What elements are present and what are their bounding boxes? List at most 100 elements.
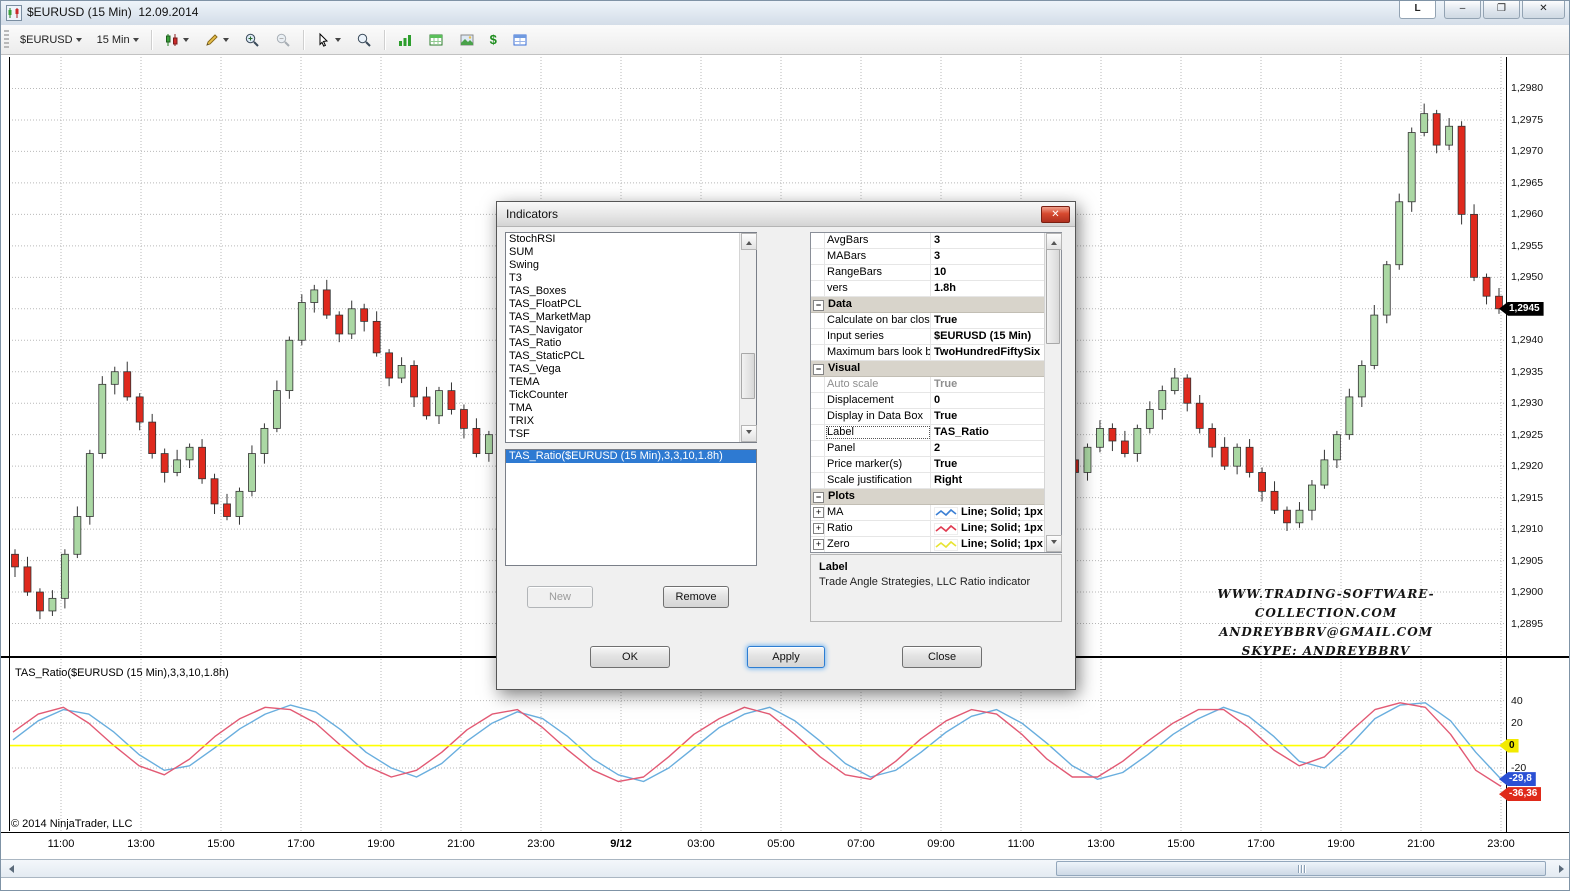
selected-indicators-list[interactable]: TAS_Ratio($EURUSD (15 Min),3,3,10,1.8h)	[505, 449, 757, 566]
property-row[interactable]: +RatioLine; Solid; 1px	[811, 521, 1044, 537]
indicator-list-item[interactable]: TAS_Navigator	[506, 324, 739, 337]
scroll-up-button[interactable]	[1046, 233, 1062, 250]
horizontal-scrollbar[interactable]	[1, 859, 1570, 878]
available-indicators-list[interactable]: StochRSISUMSwingT3TAS_BoxesTAS_FloatPCLT…	[505, 232, 757, 443]
selected-indicator-item[interactable]: TAS_Ratio($EURUSD (15 Min),3,3,10,1.8h)	[506, 450, 756, 463]
zoom-in-button[interactable]	[238, 28, 266, 52]
indicators-button[interactable]	[391, 28, 419, 52]
property-value[interactable]: Line; Solid; 1px	[931, 521, 1044, 536]
indicator-list-item[interactable]: TAS_Ratio	[506, 337, 739, 350]
expand-icon[interactable]: +	[813, 507, 824, 518]
scroll-right-button[interactable]	[1555, 861, 1570, 876]
property-value[interactable]: Right	[931, 473, 1044, 488]
property-value[interactable]: 3	[931, 249, 1044, 264]
list-scrollbar[interactable]	[739, 233, 756, 442]
scrollbar-thumb[interactable]	[741, 353, 755, 399]
maximize-button[interactable]: ❐	[1483, 1, 1520, 19]
instrument-selector[interactable]: $EURUSD	[14, 28, 88, 52]
indicator-list-item[interactable]: T3	[506, 272, 739, 285]
property-section-plots[interactable]: −Plots	[811, 489, 1044, 505]
collapse-icon[interactable]: −	[813, 300, 824, 311]
property-row[interactable]: Auto scaleTrue	[811, 377, 1044, 393]
indicator-list-item[interactable]: TRIX	[506, 415, 739, 428]
drawing-tools-button[interactable]	[198, 28, 235, 52]
property-row[interactable]: Calculate on bar closTrue	[811, 313, 1044, 329]
expand-icon[interactable]: +	[813, 523, 824, 534]
property-row[interactable]: Displacement0	[811, 393, 1044, 409]
link-button[interactable]: L	[1399, 1, 1436, 19]
chart-style-button[interactable]	[158, 28, 195, 52]
collapse-icon[interactable]: −	[813, 492, 824, 503]
property-row[interactable]: Maximum bars look bTwoHundredFiftySix	[811, 345, 1044, 361]
property-value[interactable]: 0	[931, 393, 1044, 408]
property-value[interactable]: Line; Solid; 1px	[931, 537, 1044, 552]
property-row[interactable]: Price marker(s)True	[811, 457, 1044, 473]
indicator-list-item[interactable]: TEMA	[506, 376, 739, 389]
property-row[interactable]: MABars3	[811, 249, 1044, 265]
property-row[interactable]: vers1.8h	[811, 281, 1044, 297]
property-value[interactable]: True	[931, 377, 1044, 392]
indicator-list-item[interactable]: TAS_Vega	[506, 363, 739, 376]
property-section-data[interactable]: −Data	[811, 297, 1044, 313]
property-row[interactable]: Scale justificationRight	[811, 473, 1044, 489]
property-row[interactable]: Panel2	[811, 441, 1044, 457]
property-row[interactable]: +ZeroLine; Solid; 1px	[811, 537, 1044, 552]
scrollbar-thumb[interactable]	[1056, 861, 1546, 876]
indicator-list-item[interactable]: SUM	[506, 246, 739, 259]
minimize-button[interactable]: –	[1444, 1, 1481, 19]
property-value[interactable]: True	[931, 409, 1044, 424]
scroll-left-button[interactable]	[1, 861, 17, 876]
scroll-down-button[interactable]	[1046, 535, 1062, 552]
indicator-list-item[interactable]: TAS_StaticPCL	[506, 350, 739, 363]
scroll-up-button[interactable]	[741, 233, 757, 250]
magnifier-button[interactable]	[350, 28, 378, 52]
cursor-mode-button[interactable]	[310, 28, 347, 52]
expand-icon[interactable]: +	[813, 539, 824, 550]
indicator-list-item[interactable]: TAS_FloatPCL	[506, 298, 739, 311]
property-value[interactable]: True	[931, 457, 1044, 472]
account-data-button[interactable]: $	[484, 28, 503, 52]
remove-button[interactable]: Remove	[663, 586, 729, 608]
property-row[interactable]: Display in Data BoxTrue	[811, 409, 1044, 425]
window-titlebar[interactable]: $EURUSD (15 Min) 12.09.2014 L – ❐ ✕	[1, 1, 1569, 26]
property-row[interactable]: LabelTAS_Ratio	[811, 425, 1044, 441]
property-value[interactable]: Line; Solid; 1px	[931, 505, 1044, 520]
property-row[interactable]: +MALine; Solid; 1px	[811, 505, 1044, 521]
dialog-close-button[interactable]: ✕	[1041, 206, 1070, 223]
property-row[interactable]: RangeBars10	[811, 265, 1044, 281]
property-value[interactable]: 1.8h	[931, 281, 1044, 296]
property-value[interactable]: 2	[931, 441, 1044, 456]
indicator-list-item[interactable]: TickCounter	[506, 389, 739, 402]
indicator-list-item[interactable]: TAS_MarketMap	[506, 311, 739, 324]
property-row[interactable]: Input series$EURUSD (15 Min)	[811, 329, 1044, 345]
scroll-down-button[interactable]	[741, 425, 757, 442]
data-grid-button[interactable]	[506, 28, 534, 52]
property-value[interactable]: TwoHundredFiftySix	[931, 345, 1044, 360]
indicator-list-item[interactable]: StochRSI	[506, 233, 739, 246]
ok-button[interactable]: OK	[590, 646, 670, 668]
property-value[interactable]: True	[931, 313, 1044, 328]
zoom-out-button[interactable]	[269, 28, 297, 52]
indicator-list-item[interactable]: Swing	[506, 259, 739, 272]
scrollbar-thumb[interactable]	[1046, 249, 1060, 344]
dialog-close-action-button[interactable]: Close	[902, 646, 982, 668]
dialog-titlebar[interactable]: Indicators ✕	[497, 202, 1075, 227]
toolbar-grip[interactable]	[4, 30, 9, 50]
collapse-icon[interactable]: −	[813, 364, 824, 375]
interval-selector[interactable]: 15 Min	[91, 28, 145, 52]
time-axis[interactable]: 11:0013:0015:0017:0019:0021:0023:009/120…	[1, 833, 1570, 857]
indicator-list-item[interactable]: TSF	[506, 428, 739, 441]
property-grid-scrollbar[interactable]	[1044, 233, 1061, 552]
indicator-list-item[interactable]: TAS_Boxes	[506, 285, 739, 298]
property-value[interactable]: TAS_Ratio	[931, 425, 1044, 440]
property-row[interactable]: AvgBars3	[811, 233, 1044, 249]
property-value[interactable]: $EURUSD (15 Min)	[931, 329, 1044, 344]
new-button[interactable]: New	[527, 586, 593, 608]
property-section-visual[interactable]: −Visual	[811, 361, 1044, 377]
market-analyzer-button[interactable]	[422, 28, 450, 52]
indicator-list-item[interactable]: TMA	[506, 402, 739, 415]
apply-button[interactable]: Apply	[747, 646, 825, 668]
property-value[interactable]: 10	[931, 265, 1044, 280]
property-grid[interactable]: AvgBars3MABars3RangeBars10vers1.8h−DataC…	[810, 232, 1062, 553]
property-value[interactable]: 3	[931, 233, 1044, 248]
